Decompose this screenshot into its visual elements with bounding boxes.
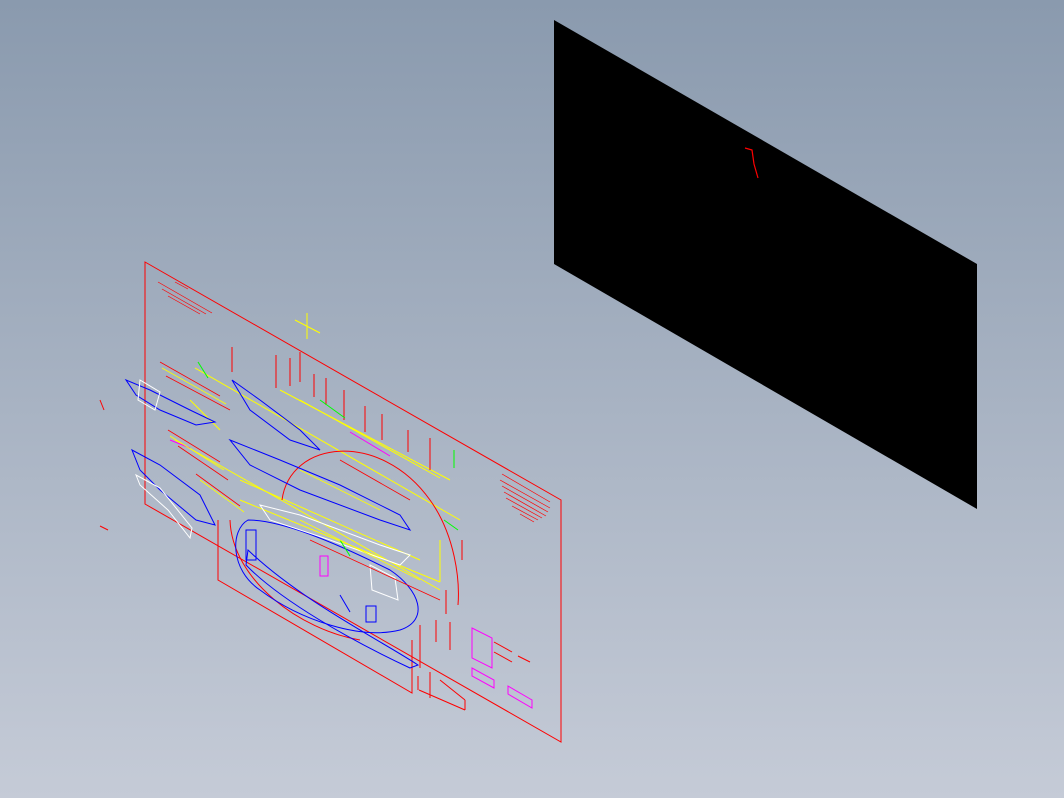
viewport-canvas[interactable] bbox=[0, 0, 1064, 798]
cad-3d-viewport[interactable] bbox=[0, 0, 1064, 798]
